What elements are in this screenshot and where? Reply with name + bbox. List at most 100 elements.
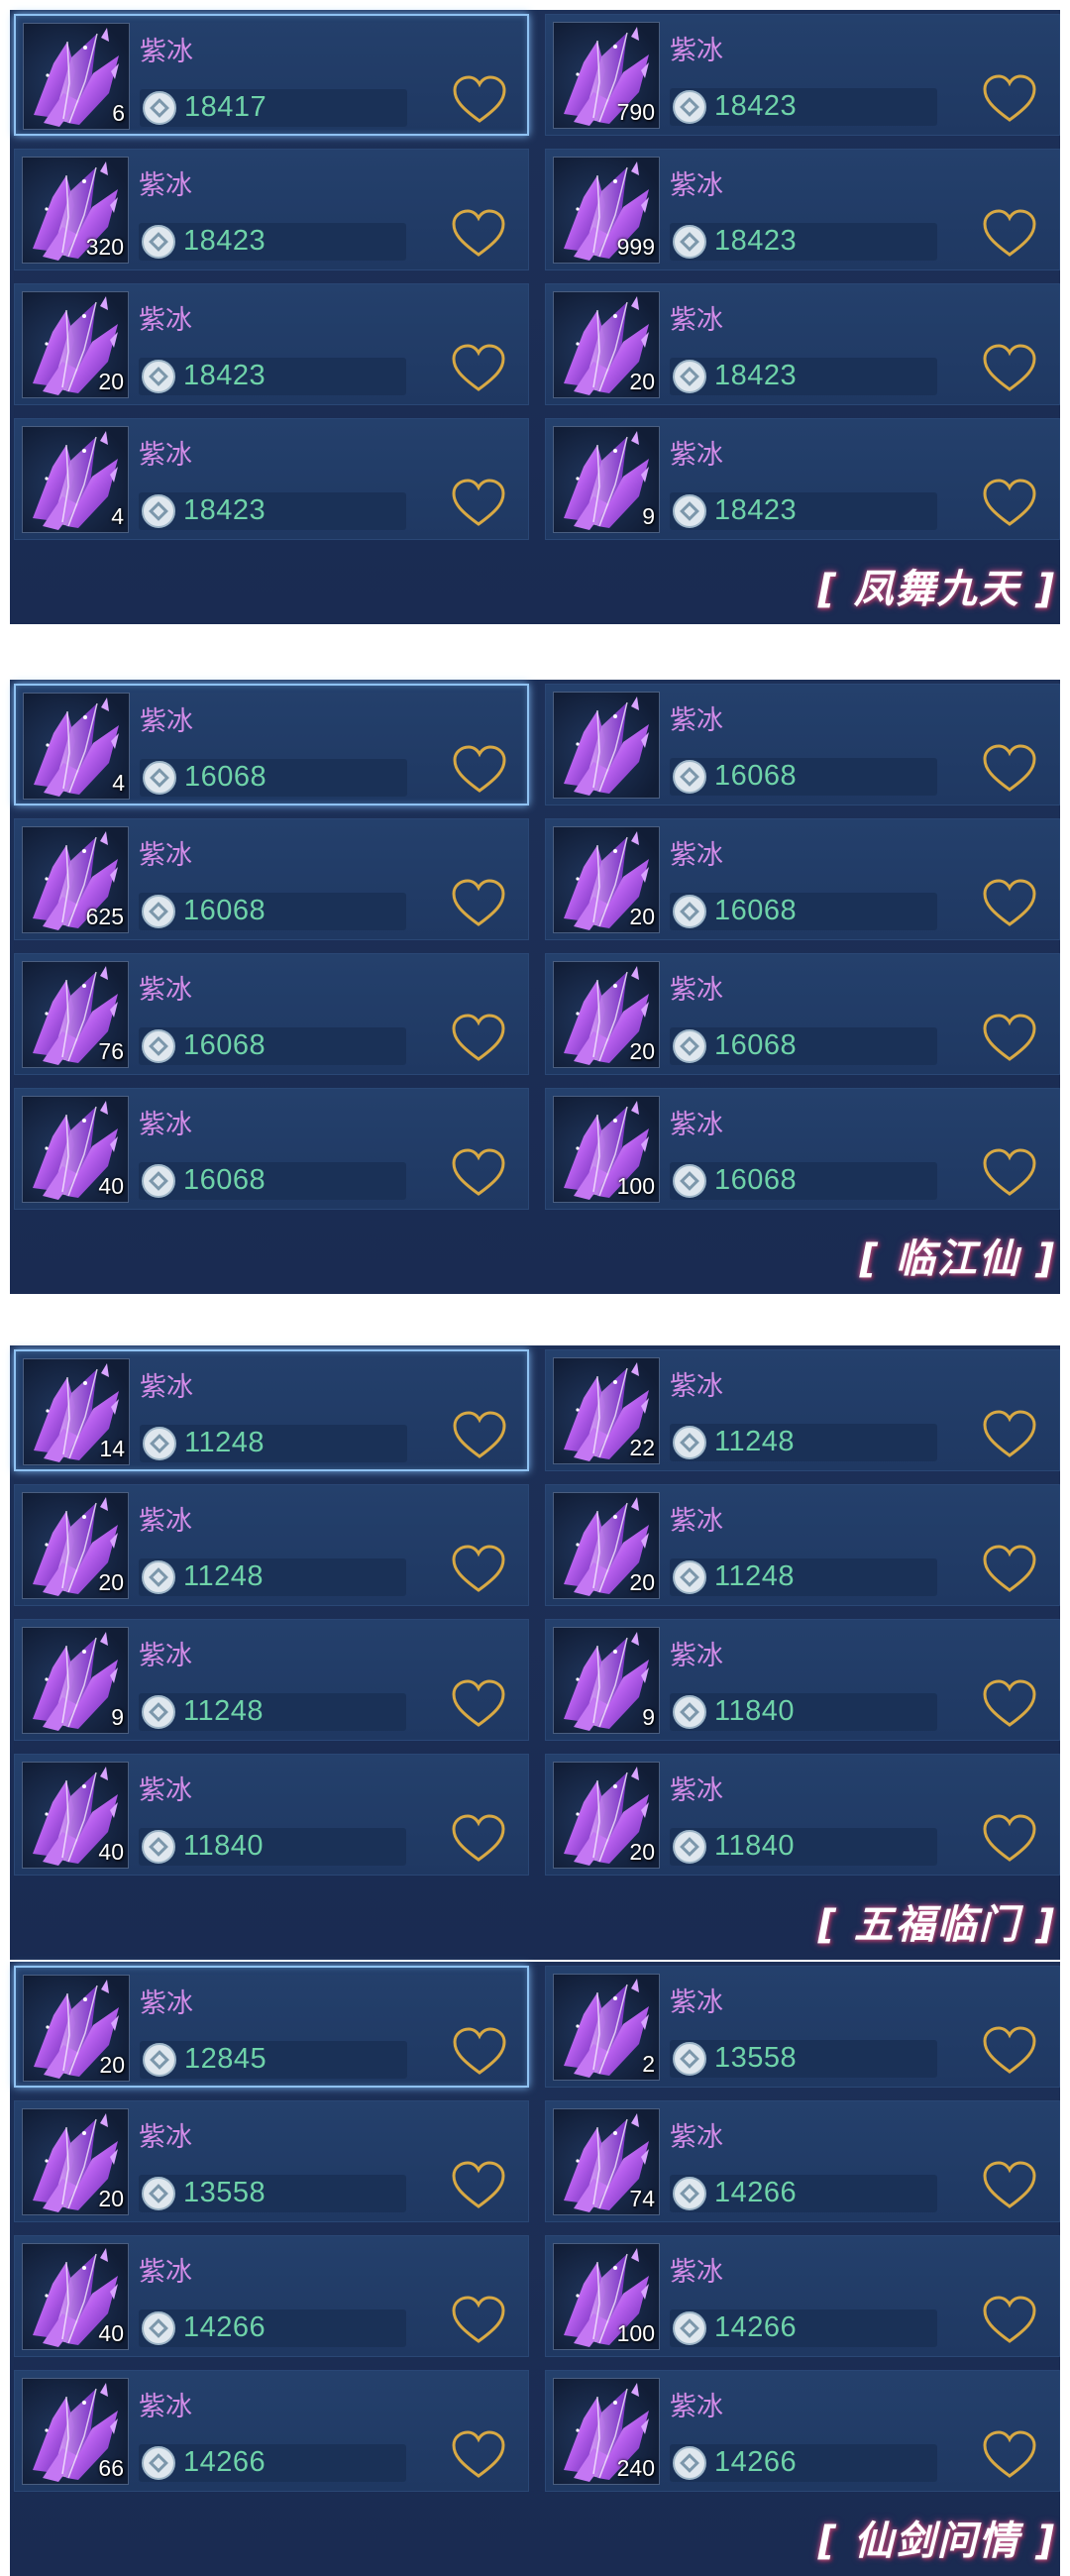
favorite-heart-icon[interactable] <box>982 1410 1037 1459</box>
favorite-heart-icon[interactable] <box>452 1411 507 1460</box>
item-price: 11248 <box>714 1426 795 1457</box>
price-bar: 16068 <box>670 1162 937 1200</box>
price-bar: 11248 <box>670 1558 937 1596</box>
item-thumbnail: 40 <box>22 1096 129 1203</box>
listing-card[interactable]: 9 紫冰 11840 <box>545 1619 1060 1741</box>
item-price: 16068 <box>183 895 267 926</box>
favorite-heart-icon[interactable] <box>451 1545 506 1594</box>
favorite-heart-icon[interactable] <box>452 2027 507 2077</box>
item-price: 18423 <box>183 494 267 526</box>
listing-card[interactable]: 20 紫冰 12845 <box>14 1966 529 2088</box>
favorite-heart-icon[interactable] <box>982 2430 1037 2480</box>
listing-card[interactable]: 40 紫冰 11840 <box>14 1754 529 1876</box>
listing-card[interactable]: 100 紫冰 14266 <box>545 2235 1060 2357</box>
listing-card[interactable]: 20 紫冰 11840 <box>545 1754 1060 1876</box>
item-price: 18423 <box>714 494 798 526</box>
item-price: 11840 <box>714 1695 795 1727</box>
favorite-heart-icon[interactable] <box>451 2161 506 2210</box>
favorite-heart-icon[interactable] <box>982 1814 1037 1864</box>
listing-card[interactable]: 999 紫冰 18423 <box>545 149 1060 270</box>
favorite-heart-icon[interactable] <box>982 74 1037 124</box>
listing-card[interactable]: 625 紫冰 16068 <box>14 818 529 940</box>
item-price: 11248 <box>714 1560 795 1592</box>
item-quantity: 9 <box>642 1704 655 1730</box>
item-name: 紫冰 <box>139 1506 192 1537</box>
favorite-heart-icon[interactable] <box>982 2161 1037 2210</box>
price-bar: 18423 <box>670 223 937 261</box>
listing-card[interactable]: 9 紫冰 18423 <box>545 418 1060 540</box>
crystal-icon <box>564 697 649 796</box>
item-thumbnail: 999 <box>553 157 660 264</box>
item-name: 紫冰 <box>670 1775 723 1806</box>
listing-card[interactable]: 20 紫冰 11248 <box>545 1484 1060 1606</box>
favorite-heart-icon[interactable] <box>982 479 1037 528</box>
item-thumbnail: 20 <box>553 961 660 1068</box>
item-quantity: 66 <box>98 2455 124 2481</box>
listing-card[interactable]: 紫冰 16068 <box>545 684 1060 805</box>
listing-card[interactable]: 66 紫冰 14266 <box>14 2370 529 2492</box>
favorite-heart-icon[interactable] <box>982 1679 1037 1729</box>
listing-card[interactable]: 40 紫冰 16068 <box>14 1088 529 1210</box>
item-name: 紫冰 <box>670 2392 723 2422</box>
item-price: 11248 <box>183 1560 264 1592</box>
favorite-heart-icon[interactable] <box>451 209 506 259</box>
favorite-heart-icon[interactable] <box>982 1148 1037 1198</box>
listing-card[interactable]: 240 紫冰 14266 <box>545 2370 1060 2492</box>
favorite-heart-icon[interactable] <box>982 744 1037 794</box>
item-quantity: 20 <box>629 1839 655 1865</box>
favorite-heart-icon[interactable] <box>982 344 1037 393</box>
item-price: 16068 <box>714 760 798 792</box>
favorite-heart-icon[interactable] <box>451 479 506 528</box>
favorite-heart-icon[interactable] <box>452 745 507 795</box>
favorite-heart-icon[interactable] <box>451 1814 506 1864</box>
listing-card[interactable]: 100 紫冰 16068 <box>545 1088 1060 1210</box>
price-bar: 18423 <box>670 492 937 530</box>
favorite-heart-icon[interactable] <box>451 879 506 928</box>
listing-card[interactable]: 20 紫冰 16068 <box>545 818 1060 940</box>
listing-card[interactable]: 6 紫冰 18417 <box>14 14 529 136</box>
server-label: [ 仙剑问情 ] <box>817 2519 1056 2564</box>
favorite-heart-icon[interactable] <box>982 209 1037 259</box>
favorite-heart-icon[interactable] <box>451 1148 506 1198</box>
item-price: 18417 <box>184 91 268 123</box>
listing-card[interactable]: 9 紫冰 11248 <box>14 1619 529 1741</box>
listing-card[interactable]: 4 紫冰 16068 <box>14 684 529 805</box>
listing-card[interactable]: 4 紫冰 18423 <box>14 418 529 540</box>
favorite-heart-icon[interactable] <box>982 1014 1037 1063</box>
price-bar: 14266 <box>670 2309 937 2347</box>
listing-card[interactable]: 790 紫冰 18423 <box>545 14 1060 136</box>
item-name: 紫冰 <box>140 1988 193 2019</box>
favorite-heart-icon[interactable] <box>452 75 507 125</box>
item-quantity: 76 <box>98 1038 124 1064</box>
listing-card[interactable]: 2 紫冰 13558 <box>545 1966 1060 2088</box>
favorite-heart-icon[interactable] <box>451 1679 506 1729</box>
listing-card[interactable]: 22 紫冰 11248 <box>545 1349 1060 1471</box>
listing-card[interactable]: 20 紫冰 16068 <box>545 953 1060 1075</box>
listing-card[interactable]: 14 紫冰 11248 <box>14 1349 529 1471</box>
listing-card[interactable]: 20 紫冰 18423 <box>545 283 1060 405</box>
listing-card[interactable]: 76 紫冰 16068 <box>14 953 529 1075</box>
price-bar: 11248 <box>139 1693 406 1731</box>
favorite-heart-icon[interactable] <box>451 1014 506 1063</box>
favorite-heart-icon[interactable] <box>451 2430 506 2480</box>
favorite-heart-icon[interactable] <box>982 879 1037 928</box>
item-name: 紫冰 <box>670 440 723 471</box>
item-name: 紫冰 <box>139 170 192 201</box>
item-price: 18423 <box>183 225 267 257</box>
item-price: 13558 <box>714 2042 798 2074</box>
listing-card[interactable]: 40 紫冰 14266 <box>14 2235 529 2357</box>
favorite-heart-icon[interactable] <box>982 2296 1037 2345</box>
favorite-heart-icon[interactable] <box>451 2296 506 2345</box>
item-thumbnail: 20 <box>553 291 660 398</box>
listing-card[interactable]: 74 紫冰 14266 <box>545 2100 1060 2222</box>
listing-card[interactable]: 20 紫冰 11248 <box>14 1484 529 1606</box>
listing-card[interactable]: 20 紫冰 18423 <box>14 283 529 405</box>
price-bar: 11248 <box>140 1425 407 1462</box>
coin-icon <box>142 1830 175 1864</box>
favorite-heart-icon[interactable] <box>451 344 506 393</box>
listing-card[interactable]: 20 紫冰 13558 <box>14 2100 529 2222</box>
favorite-heart-icon[interactable] <box>982 1545 1037 1594</box>
favorite-heart-icon[interactable] <box>982 2026 1037 2076</box>
listing-card[interactable]: 320 紫冰 18423 <box>14 149 529 270</box>
item-name: 紫冰 <box>139 440 192 471</box>
